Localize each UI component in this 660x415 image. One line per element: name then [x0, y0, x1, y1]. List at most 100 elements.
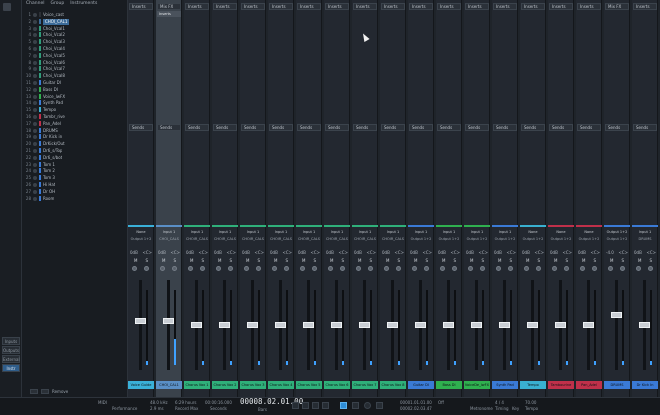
channel-strip[interactable]: Inserts Sends Input 1 Output 1+2 0dB <C> M S Gui…	[408, 0, 434, 397]
monitor-icon[interactable]	[312, 266, 317, 271]
sends-slot[interactable]: Sends	[577, 124, 601, 131]
mute-button[interactable]: M	[498, 258, 501, 264]
track-row[interactable]: 25 Tom 3	[22, 175, 128, 181]
record-icon[interactable]	[364, 402, 371, 409]
volume-fader[interactable]	[303, 322, 314, 328]
track-row[interactable]: 10 Choi_Vcal8	[22, 73, 128, 79]
sends-slot[interactable]: Sends	[521, 124, 545, 131]
visibility-icon[interactable]	[33, 196, 37, 201]
track-row[interactable]: 13 Voice_lwFX	[22, 93, 128, 100]
channel-strip[interactable]: Mix FX Sends Output 1+2 Output 1+2 -4.0 <C> M S…	[604, 0, 630, 397]
record-arm-icon[interactable]	[384, 266, 389, 271]
visibility-icon[interactable]	[33, 128, 37, 133]
track-row[interactable]: 14 Synth Pad	[22, 100, 128, 106]
record-arm-icon[interactable]	[216, 266, 221, 271]
inserts-slot[interactable]: Inserts	[633, 3, 657, 10]
channel-strip[interactable]: Inserts Sends Input 1 CHOIR_CALS 0dB <C> M S Cho…	[240, 0, 266, 397]
channel-strip[interactable]: Inserts Sends Input 1 DRUMS 0dB <C> M S Dr Kick …	[632, 0, 658, 397]
channel-strip[interactable]: Inserts Sends Input 1 CHOIR_CALS 0dB <C> M S Cho…	[184, 0, 210, 397]
monitor-icon[interactable]	[424, 266, 429, 271]
output-select[interactable]: CHOIR_CALS	[353, 236, 377, 242]
input-select[interactable]: Input 1	[213, 229, 237, 235]
monitor-icon[interactable]	[592, 266, 597, 271]
input-select[interactable]: Input 1	[353, 229, 377, 235]
folder-icon[interactable]	[41, 388, 49, 394]
sends-slot[interactable]: Sends	[353, 124, 377, 131]
track-row[interactable]: 8 Choi_Vcal6	[22, 59, 128, 66]
solo-button[interactable]: S	[397, 258, 400, 264]
visibility-icon[interactable]	[33, 162, 37, 167]
solo-button[interactable]: S	[425, 258, 428, 264]
output-select[interactable]: Output 1+2	[605, 236, 629, 242]
mute-button[interactable]: M	[638, 258, 641, 264]
solo-button[interactable]: S	[173, 258, 176, 264]
channel-name-label[interactable]: VoiceDe_lwFX	[464, 381, 490, 389]
volume-fader[interactable]	[191, 322, 202, 328]
track-row[interactable]: 2 CHOI_CAL1	[22, 18, 128, 25]
visibility-icon[interactable]	[33, 81, 37, 85]
key-label[interactable]: Key	[512, 406, 519, 411]
track-row[interactable]: 23 Tom 1	[22, 161, 128, 168]
output-select[interactable]: CHOIR_CALS	[269, 236, 293, 242]
record-arm-icon[interactable]	[300, 266, 305, 271]
track-row[interactable]: 26 Hi Hat	[22, 182, 128, 188]
input-select[interactable]: Output 1+2	[605, 229, 629, 235]
inserts-slot[interactable]: Inserts	[185, 3, 209, 10]
output-select[interactable]: Output 1+2	[521, 236, 545, 242]
monitor-icon[interactable]	[284, 266, 289, 271]
inserts-slot[interactable]: Inserts	[353, 3, 377, 10]
inserts-slot[interactable]: Inserts	[549, 3, 573, 10]
visibility-icon[interactable]	[33, 101, 37, 106]
track-row[interactable]: 27 Dr OH	[22, 188, 128, 195]
visibility-icon[interactable]	[33, 121, 37, 126]
inserts-slot[interactable]: Inserts	[129, 3, 153, 10]
record-arm-icon[interactable]	[440, 266, 445, 271]
record-arm-icon[interactable]	[160, 266, 165, 271]
input-select[interactable]: Input 1	[381, 229, 405, 235]
solo-button[interactable]: S	[145, 258, 148, 264]
input-select[interactable]: Input 1	[325, 229, 349, 235]
instruments-button[interactable]: Instr	[2, 364, 20, 372]
input-select[interactable]: Input 1	[409, 229, 433, 235]
volume-fader[interactable]	[499, 322, 510, 328]
volume-fader[interactable]	[387, 322, 398, 328]
volume-fader[interactable]	[247, 322, 258, 328]
inserts-slot[interactable]: Inserts	[521, 3, 545, 10]
track-row[interactable]: 7 Choi_Vcal5	[22, 52, 128, 59]
volume-fader[interactable]	[275, 322, 286, 328]
tab-instruments[interactable]: Instruments	[68, 1, 99, 8]
channel-name-label[interactable]: Tambourine	[548, 381, 574, 389]
solo-button[interactable]: S	[649, 258, 652, 264]
input-select[interactable]: Input 1	[465, 229, 489, 235]
channel-name-label[interactable]: Chorus Vox 5	[296, 381, 322, 389]
visibility-icon[interactable]	[33, 19, 37, 24]
track-row[interactable]: 11 Guitar DI	[22, 80, 128, 86]
record-arm-icon[interactable]	[412, 266, 417, 271]
visibility-icon[interactable]	[33, 74, 37, 79]
monitor-icon[interactable]	[144, 266, 149, 271]
monitor-icon[interactable]	[396, 266, 401, 271]
monitor-icon[interactable]	[172, 266, 177, 271]
sends-slot[interactable]: Sends	[605, 124, 629, 131]
record-arm-icon[interactable]	[188, 266, 193, 271]
remove-button[interactable]: Remove	[52, 389, 68, 394]
channel-strip[interactable]: Inserts Sends Input 1 CHOIR_CALS 0dB <C> M S Cho…	[324, 0, 350, 397]
visibility-icon[interactable]	[33, 176, 37, 181]
input-select[interactable]: Input 1	[185, 229, 209, 235]
channel-strip[interactable]: Inserts Sends None Output 1+2 0dB <C> M S Tambou…	[548, 0, 574, 397]
track-row[interactable]: 24 Tom 2	[22, 168, 128, 174]
monitor-icon[interactable]	[648, 266, 653, 271]
channel-strip[interactable]: Inserts Sends None Output 1+2 0dB <C> M S Pan_Ad…	[576, 0, 602, 397]
volume-fader[interactable]	[163, 317, 174, 324]
output-select[interactable]: Output 1+2	[549, 236, 573, 242]
channel-name-label[interactable]: Chorus Vox 1	[184, 381, 210, 389]
solo-button[interactable]: S	[341, 258, 344, 264]
add-icon[interactable]	[30, 388, 38, 394]
channel-name-label[interactable]: Chorus Vox 4	[268, 381, 294, 389]
volume-fader[interactable]	[415, 322, 426, 328]
solo-button[interactable]: S	[621, 258, 624, 264]
channel-name-label[interactable]: Bass DI	[436, 381, 462, 389]
track-row[interactable]: 22 Dr6_s/bot	[22, 154, 128, 161]
channel-name-label[interactable]: Chorus Vox 6	[324, 381, 350, 389]
input-select[interactable]: Input 1	[437, 229, 461, 235]
